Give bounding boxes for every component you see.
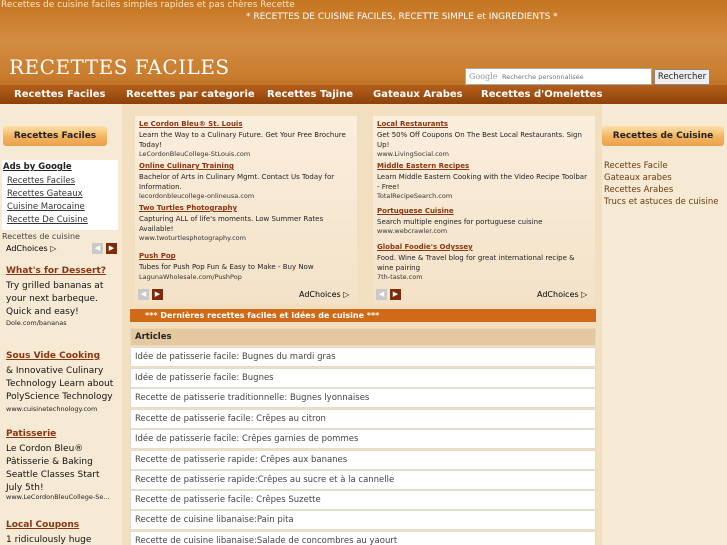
ad-url[interactable]: lecordonbleucollege-onlineusa.com	[139, 192, 254, 200]
search-button[interactable]: Rechercher	[654, 69, 710, 85]
ad-title[interactable]: Online Culinary Training	[139, 162, 234, 170]
ad-url[interactable]: www.LivingSocial.com	[377, 150, 449, 158]
articles-header: Articles	[130, 328, 596, 346]
ad-text: Get 50% Off Coupons On The Best Local Re…	[377, 131, 582, 149]
main-content: Le Cordon Bleu® St. Louis Learn the Way …	[122, 104, 602, 545]
left-ad-link[interactable]: Recettes Faciles	[7, 176, 75, 186]
adchoices-label[interactable]: AdChoices ▷	[299, 290, 349, 299]
right-sidebar-link[interactable]: Recettes Facile	[604, 161, 668, 171]
ad-text: Learn the Way to a Culinary Future. Get …	[139, 131, 346, 149]
ad-next-button[interactable]: ▶	[152, 289, 163, 300]
left-ad-title[interactable]: Patisserie	[6, 429, 56, 439]
adchoices-label[interactable]: AdChoices ▷	[537, 290, 587, 299]
right-sidebar-link[interactable]: Gateaux arabes	[604, 173, 672, 183]
ad-url[interactable]: LagunaWholesale.com/PushPop	[139, 273, 242, 281]
left-ad-link[interactable]: Cuisine Marocaine	[7, 202, 85, 212]
ad-prev-button[interactable]: ◀	[92, 243, 103, 254]
ad-title[interactable]: Middle Eastern Recipes	[377, 162, 469, 170]
nav-item-recettes-faciles[interactable]: Recettes Faciles	[14, 89, 105, 100]
left-ad-body: 1 ridiculously huge	[6, 535, 92, 545]
main-nav: Recettes Faciles Recettes par categorie …	[0, 85, 727, 104]
right-sidebar: Recettes de Cuisine Recettes Facile Gate…	[602, 104, 727, 545]
adchoices-icon: ▷	[50, 244, 57, 253]
article-link[interactable]: Idée de patisserie facile: Bugnes du mar…	[130, 347, 596, 367]
article-link[interactable]: Idée de patisserie facile: Bugnes	[130, 368, 596, 388]
left-ad-title[interactable]: Sous Vide Cooking	[6, 351, 100, 361]
ad-title[interactable]: Local Restaurants	[377, 120, 448, 128]
left-ad-body: Try grilled bananas at your next barbequ…	[6, 281, 104, 317]
ad-next-button[interactable]: ▶	[106, 243, 117, 254]
ad-text: Learn Middle Eastern Cooking with the Vi…	[377, 173, 587, 191]
ad-title[interactable]: Push Pop	[139, 252, 176, 260]
latest-recipes-bar: *** Dernières recettes faciles et idées …	[130, 309, 596, 322]
left-ad-url[interactable]: Dole.com/bananas	[6, 319, 67, 327]
ad-title[interactable]: Global Foodie's Odyssey	[377, 243, 473, 251]
ad-title[interactable]: Portuguese Cuisine	[377, 207, 454, 215]
article-link[interactable]: Recette de cuisine libanaise:Pain pita	[130, 510, 596, 530]
ad-panel-left: Le Cordon Bleu® St. Louis Learn the Way …	[135, 116, 357, 304]
nav-item-recettes-omelettes[interactable]: Recettes d'Omelettes	[481, 89, 602, 100]
right-sidebar-link[interactable]: Recettes Arabes	[604, 185, 673, 195]
left-sidebar: Recettes Faciles Ads by Google Recettes …	[0, 104, 122, 545]
left-sub-label: Recettes de cuisine	[2, 232, 80, 241]
ad-url[interactable]: TotalRecipeSearch.com	[377, 192, 452, 200]
site-title-link[interactable]: RECETTES FACILES	[9, 55, 230, 79]
ads-by-google-link[interactable]: Ads by Google	[3, 162, 72, 172]
left-ad-link[interactable]: Recettes Gateaux	[7, 189, 83, 199]
adchoices-icon: ▷	[581, 290, 588, 299]
ad-next-button[interactable]: ▶	[390, 289, 401, 300]
left-ad-url[interactable]: www.cuisinetechnology.com	[6, 405, 97, 413]
adchoices-text: AdChoices	[6, 244, 48, 253]
article-link[interactable]: Recette de patisserie traditionnelle: Bu…	[130, 388, 596, 408]
nav-item-recettes-par-categorie[interactable]: Recettes par categorie	[126, 89, 255, 100]
ad-title[interactable]: Two Turtles Photography	[139, 204, 237, 212]
ad-text: Search multiple engines for portuguese c…	[377, 218, 543, 226]
ad-url[interactable]: 7th-taste.com	[377, 273, 423, 281]
article-link[interactable]: Recette de patisserie rapide: Crêpes aux…	[130, 450, 596, 470]
adchoices-icon: ▷	[343, 290, 350, 299]
adchoices-text: AdChoices	[537, 290, 579, 299]
ad-prev-button[interactable]: ◀	[138, 289, 149, 300]
ad-prev-button[interactable]: ◀	[376, 289, 387, 300]
nav-item-gateaux-arabes[interactable]: Gateaux Arabes	[373, 89, 463, 100]
ad-title[interactable]: Le Cordon Bleu® St. Louis	[139, 120, 243, 128]
google-logo: Google	[469, 72, 498, 81]
ad-panel-right: Local Restaurants Get 50% Off Coupons On…	[373, 116, 595, 304]
ad-text: Tubes for Push Pop Fun & Easy to Make - …	[139, 263, 314, 271]
article-link[interactable]: Recette de patisserie facile: Crêpes Suz…	[130, 490, 596, 510]
left-sidebar-header: Recettes Faciles	[3, 126, 107, 146]
left-ad-link[interactable]: Recette De Cuisine	[7, 215, 88, 225]
search-box: Google	[465, 68, 652, 85]
ad-text: Food. Wine & Travel blog for great inter…	[377, 254, 575, 272]
top-tagline: Recettes de cuisine faciles simples rapi…	[1, 0, 295, 10]
top-banner: * RECETTES DE CUISINE FACILES, RECETTE S…	[246, 12, 558, 22]
ad-url[interactable]: www.twoturtlesphotography.com	[139, 234, 246, 242]
article-link[interactable]: Idée de patisserie facile: Crêpes garnie…	[130, 429, 596, 449]
ad-url[interactable]: LeCordonBleuCollege-StLouis.com	[139, 150, 250, 158]
left-ad-body: Le Cordon Bleu® Pâtisserie & Baking Seat…	[6, 444, 100, 493]
right-sidebar-header: Recettes de Cuisine	[602, 126, 724, 146]
left-ad-body: & Innovative Culinary Technology Learn a…	[6, 366, 114, 402]
left-ad-url[interactable]: www.LeCordonBleuCollege-Se...	[6, 493, 110, 501]
article-link[interactable]: Recette de patisserie rapide:Crêpes au s…	[130, 470, 596, 490]
nav-item-recettes-tajine[interactable]: Recettes Tajine	[267, 89, 353, 100]
adchoices-text: AdChoices	[299, 290, 341, 299]
adchoices-label[interactable]: AdChoices ▷	[6, 244, 56, 253]
left-ad-links-box: Ads by Google Recettes Faciles Recettes …	[2, 160, 118, 230]
right-sidebar-link[interactable]: Trucs et astuces de cuisine	[604, 197, 718, 207]
article-link[interactable]: Recette de cuisine libanaise:Salade de c…	[130, 531, 596, 545]
ad-text: Capturing ALL of life's moments. Low Sum…	[139, 215, 324, 233]
ad-text: Bachelor of Arts in Culinary Mgmt. Conta…	[139, 173, 335, 191]
ad-url[interactable]: www.webcrawler.com	[377, 227, 447, 235]
article-link[interactable]: Recette de patisserie facile: Crêpes au …	[130, 409, 596, 429]
left-ad-title[interactable]: What's for Dessert?	[6, 266, 106, 276]
left-ad-title[interactable]: Local Coupons	[6, 520, 79, 530]
